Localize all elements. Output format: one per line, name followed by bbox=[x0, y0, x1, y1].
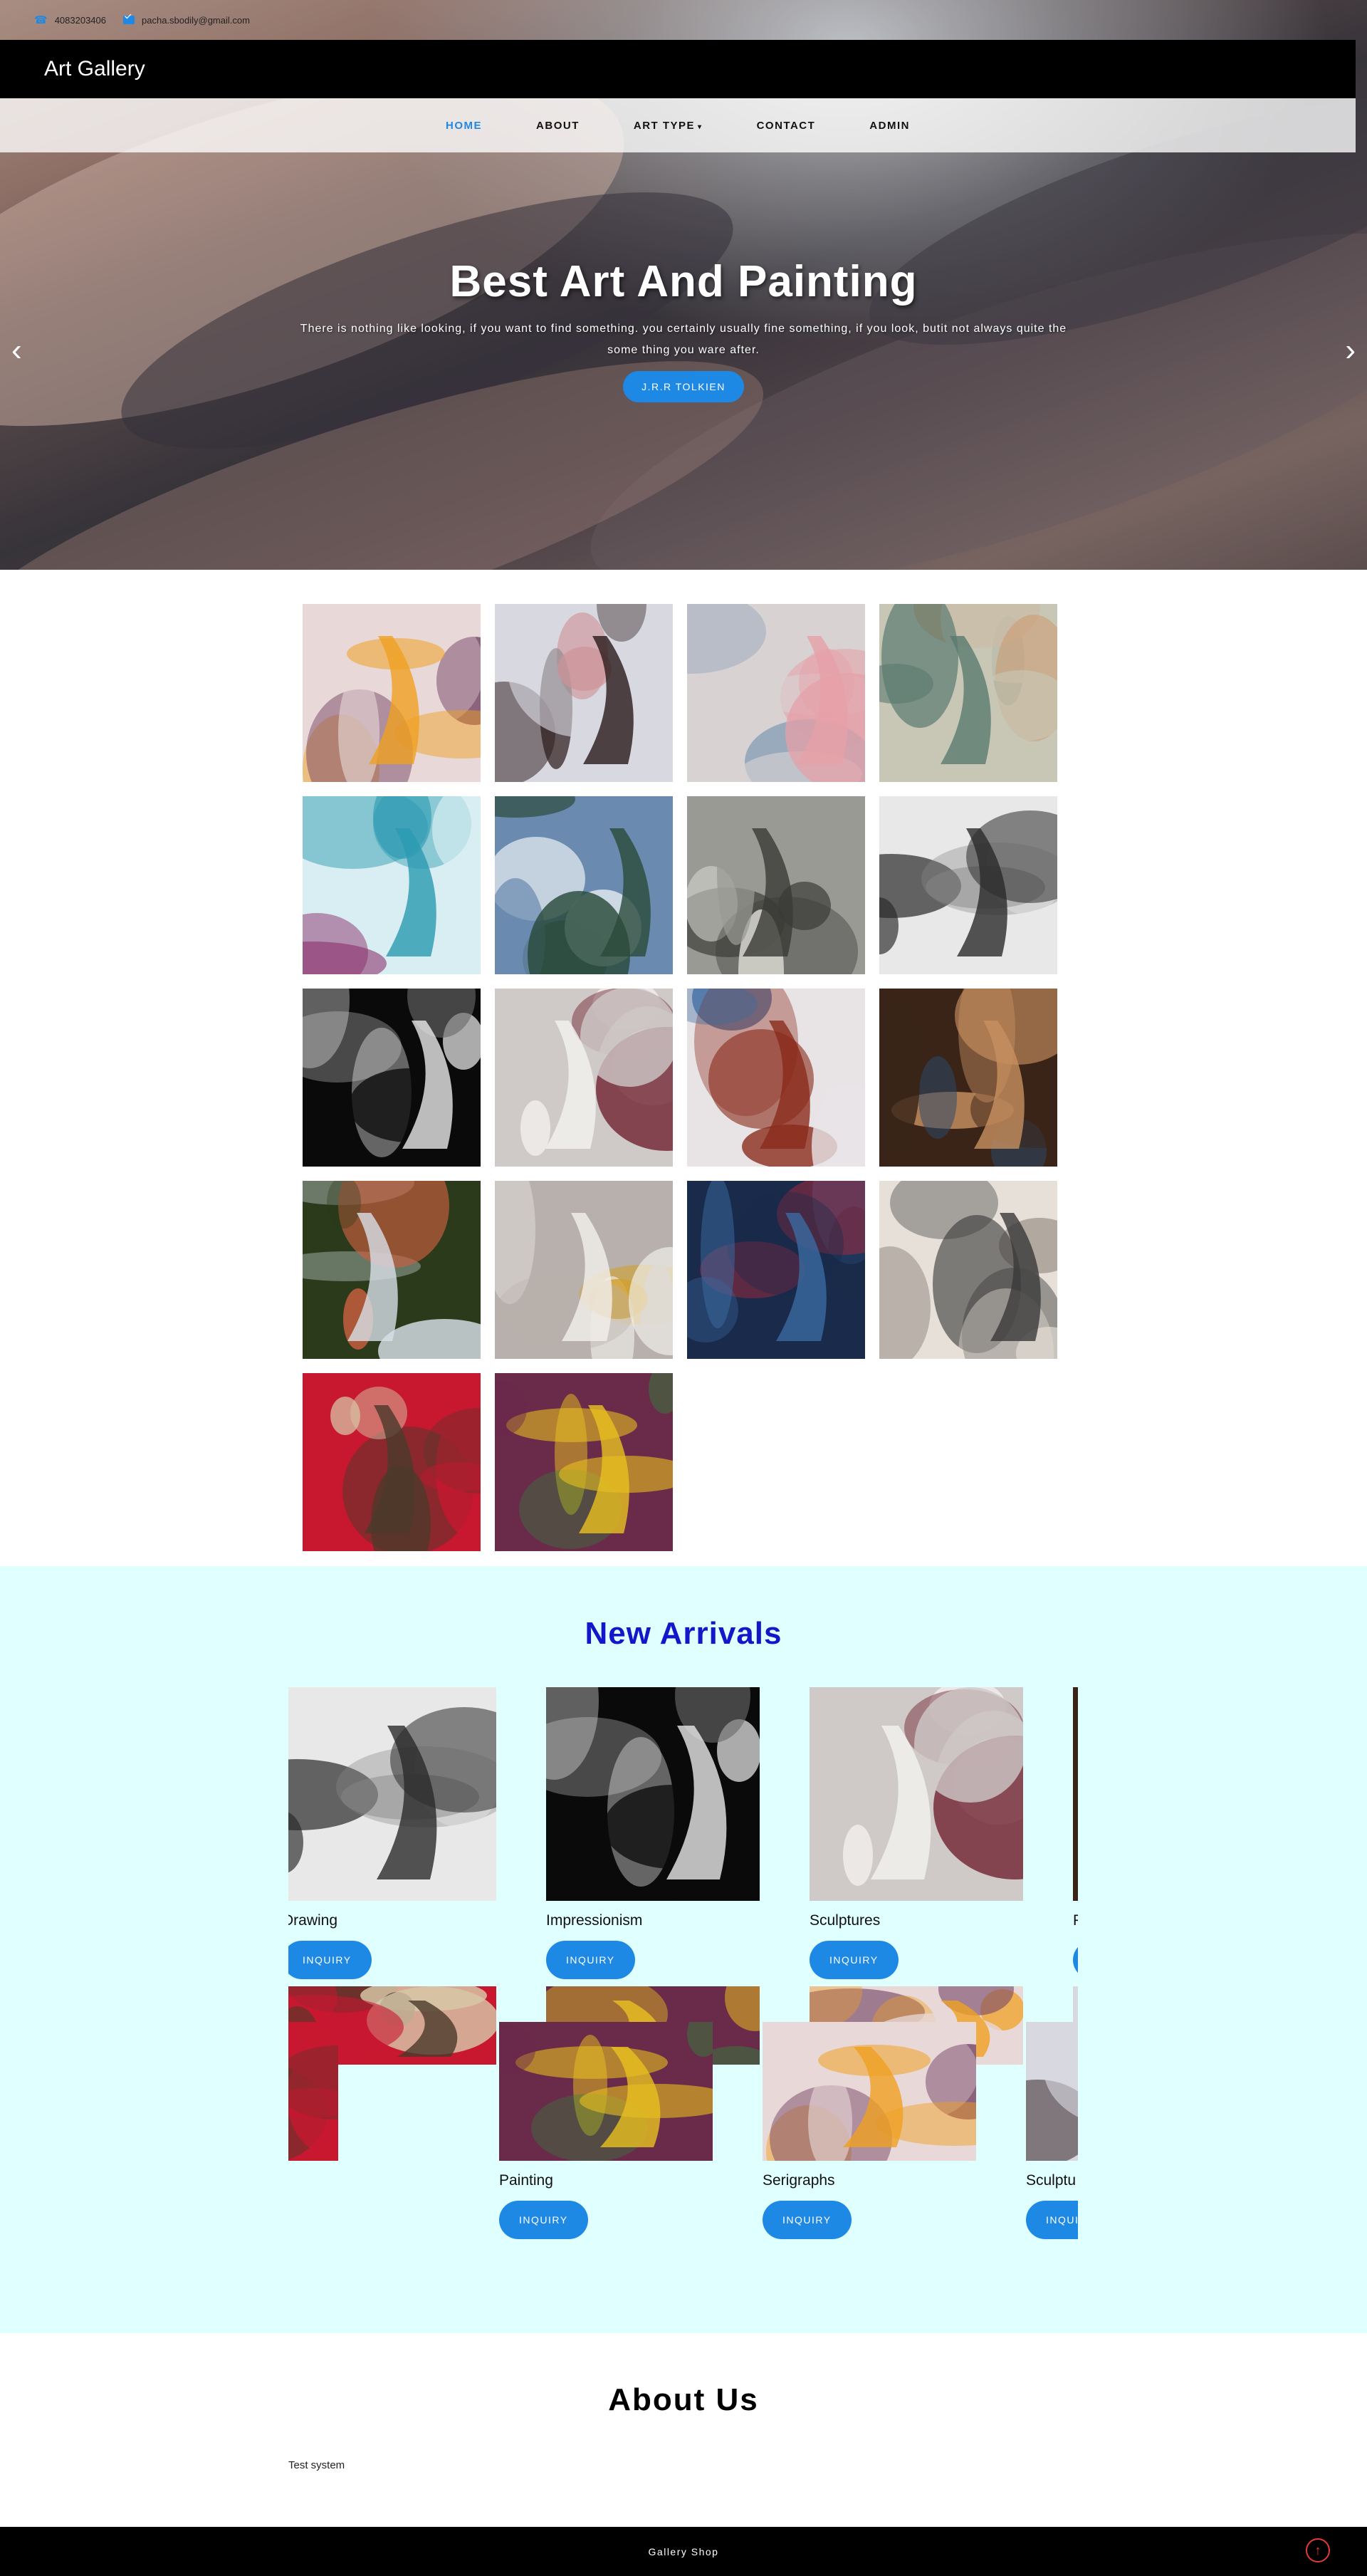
arrival-card: Drawing INQUIRY bbox=[288, 1687, 496, 1979]
email-contact[interactable]: pacha.sbodily@gmail.com bbox=[123, 15, 250, 26]
nav-contact[interactable]: CONTACT bbox=[730, 120, 843, 132]
gallery-artwork[interactable] bbox=[879, 604, 1057, 782]
arrival-image[interactable] bbox=[499, 2022, 713, 2161]
hero-text: There is nothing like looking, if you wa… bbox=[300, 323, 1067, 356]
gallery-artwork[interactable] bbox=[495, 1181, 673, 1359]
gallery-artwork[interactable] bbox=[495, 989, 673, 1167]
arrival-category: Impressionism bbox=[546, 1912, 643, 1929]
arrival-card: uresINQUIRY bbox=[288, 2022, 338, 2239]
caret-down-icon: ▾ bbox=[698, 122, 703, 131]
gallery-artwork[interactable] bbox=[879, 1181, 1057, 1359]
phone-number: 4083203406 bbox=[54, 14, 106, 26]
envelope-icon bbox=[123, 16, 135, 24]
hero-caption: Best Art And Painting There is nothing l… bbox=[0, 256, 1367, 402]
arrival-card: Sculptu INQUIRY bbox=[1026, 2022, 1078, 2239]
inquiry-button[interactable]: INQUIRY bbox=[288, 1941, 372, 1979]
nav-home[interactable]: HOME bbox=[419, 120, 509, 132]
site-logo[interactable]: Art Gallery bbox=[44, 57, 145, 81]
inquiry-button[interactable]: INQUIRY bbox=[1073, 1941, 1078, 1979]
arrival-category: Serigraphs bbox=[763, 2172, 835, 2189]
about-text: Test system bbox=[288, 2459, 345, 2471]
gallery-artwork[interactable] bbox=[303, 604, 481, 782]
gallery-artwork[interactable] bbox=[303, 1373, 481, 1551]
phone-icon: ☎ bbox=[34, 14, 48, 26]
nav-art-type-label: ART TYPE bbox=[633, 119, 696, 132]
arrival-image[interactable] bbox=[288, 2022, 338, 2161]
brand-bar: Art Gallery bbox=[0, 40, 1356, 98]
arrival-category: P bbox=[1073, 1912, 1078, 1929]
hero-title: Best Art And Painting bbox=[449, 257, 918, 306]
arrival-category: ures bbox=[288, 2172, 338, 2189]
nav-about[interactable]: ABOUT bbox=[509, 120, 607, 132]
arrival-category: Sculptures bbox=[810, 1912, 881, 1929]
arrivals-carousel: DrawingINQUIRYImpressionismINQUIRYSculpt… bbox=[288, 1687, 1078, 2300]
arrival-image[interactable] bbox=[546, 1687, 760, 1901]
gallery-artwork[interactable] bbox=[687, 989, 865, 1167]
arrow-up-icon[interactable]: ↑ bbox=[1306, 2538, 1330, 2562]
arrival-card: Serigraphs INQUIRY bbox=[763, 2022, 976, 2239]
arrival-card: Painting INQUIRY bbox=[499, 2022, 713, 2239]
inquiry-button[interactable]: INQUIRY bbox=[810, 1941, 899, 1979]
phone-contact[interactable]: ☎ 4083203406 bbox=[34, 14, 106, 26]
gallery-artwork[interactable] bbox=[687, 604, 865, 782]
gallery-artwork[interactable] bbox=[687, 796, 865, 974]
arrival-card: P INQUIRY bbox=[1073, 1687, 1078, 1979]
new-arrivals-section: New Arrivals DrawingINQUIRYImpressionism… bbox=[0, 1566, 1367, 2333]
nav-art-type[interactable]: ART TYPE ▾ bbox=[607, 120, 730, 132]
arrival-image[interactable] bbox=[1073, 1687, 1078, 1901]
main-nav: HOME ABOUT ART TYPE ▾ CONTACT ADMIN bbox=[0, 98, 1356, 152]
gallery-artwork[interactable] bbox=[303, 989, 481, 1167]
arrival-category: Drawing bbox=[288, 1912, 338, 1929]
gallery-artwork[interactable] bbox=[687, 1181, 865, 1359]
nav-admin[interactable]: ADMIN bbox=[842, 120, 937, 132]
arrival-image[interactable] bbox=[288, 1687, 496, 1901]
arrival-image[interactable] bbox=[1026, 2022, 1078, 2161]
gallery-artwork[interactable] bbox=[303, 796, 481, 974]
inquiry-button[interactable]: INQUIRY bbox=[1026, 2201, 1078, 2239]
gallery-artwork[interactable] bbox=[495, 604, 673, 782]
gallery-artwork[interactable] bbox=[879, 989, 1057, 1167]
footer-copyright: Gallery Shop bbox=[648, 2545, 719, 2557]
new-arrivals-title: New Arrivals bbox=[585, 1616, 782, 1651]
arrival-card: Sculptures INQUIRY bbox=[810, 1687, 1023, 1979]
gallery-artwork[interactable] bbox=[303, 1181, 481, 1359]
about-title: About Us bbox=[608, 2382, 759, 2417]
contact-bar: ☎ 4083203406 pacha.sbodily@gmail.com bbox=[0, 0, 1356, 40]
arrival-image[interactable] bbox=[763, 2022, 976, 2161]
footer: Gallery Shop bbox=[0, 2527, 1367, 2576]
chevron-right-icon[interactable]: › bbox=[1345, 335, 1356, 366]
arrival-category: Sculptu bbox=[1026, 2172, 1077, 2189]
hero-button[interactable]: J.R.R TOLKIEN bbox=[623, 371, 744, 402]
arrival-image[interactable] bbox=[810, 1687, 1023, 1901]
chevron-left-icon[interactable]: ‹ bbox=[11, 335, 22, 366]
gallery-artwork[interactable] bbox=[495, 796, 673, 974]
email-address: pacha.sbodily@gmail.com bbox=[142, 14, 250, 26]
inquiry-button[interactable]: INQUIRY bbox=[499, 2201, 588, 2239]
arrival-category: Painting bbox=[499, 2172, 553, 2189]
hero-slider: ☎ 4083203406 pacha.sbodily@gmail.com Art… bbox=[0, 0, 1367, 570]
inquiry-button[interactable]: INQUIRY bbox=[763, 2201, 852, 2239]
arrival-card: Impressionism INQUIRY bbox=[546, 1687, 760, 1979]
gallery-artwork[interactable] bbox=[879, 796, 1057, 974]
gallery-artwork[interactable] bbox=[495, 1373, 673, 1551]
inquiry-button[interactable]: INQUIRY bbox=[546, 1941, 635, 1979]
